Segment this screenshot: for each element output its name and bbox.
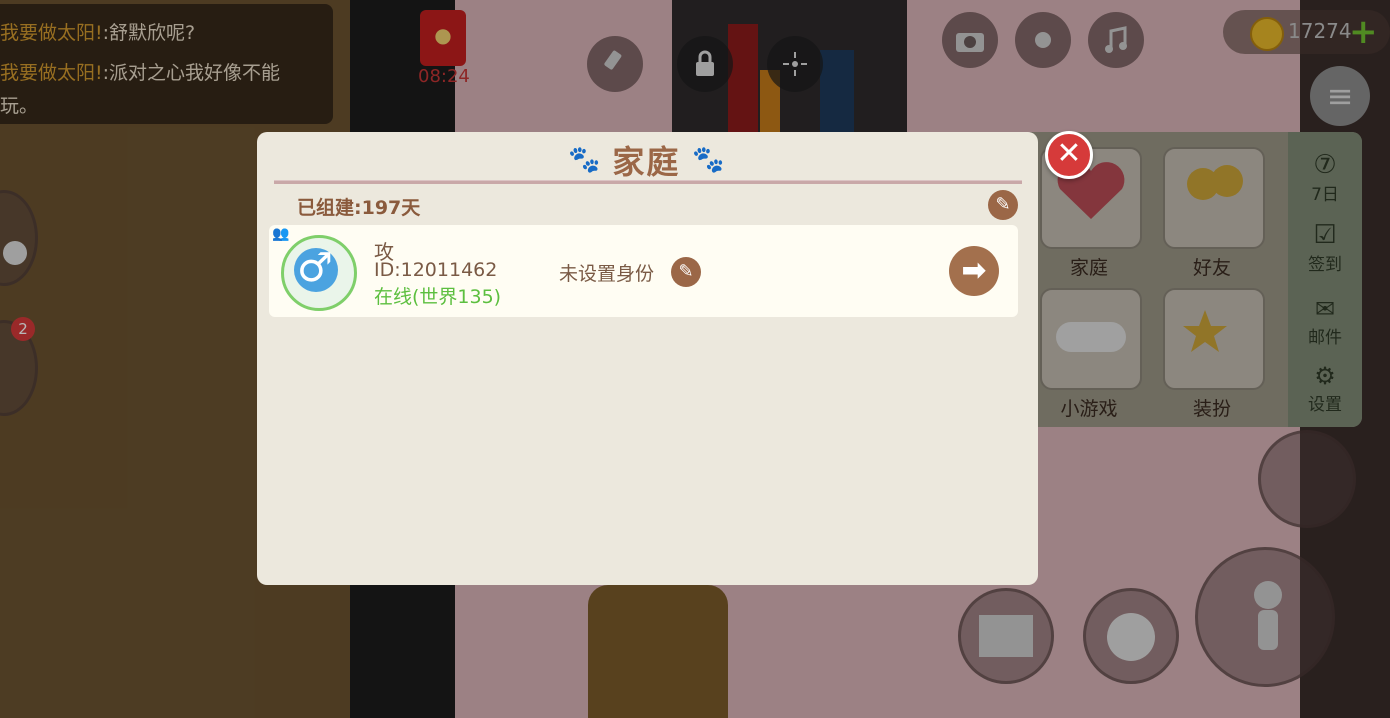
paw-icon: 🐾 <box>692 145 725 175</box>
member-role: 未设置身份 <box>559 263 655 285</box>
close-icon: ✕ <box>1056 136 1082 171</box>
close-button[interactable]: ✕ <box>1045 131 1093 179</box>
visit-member-button[interactable]: ➡ <box>949 246 999 296</box>
edit-icon: ✎ <box>995 194 1011 215</box>
dialog-title: 家庭 <box>612 143 681 181</box>
edit-role-button[interactable]: ✎ <box>671 257 701 287</box>
edit-icon: ✎ <box>678 261 694 282</box>
member-status: 在线(世界135) <box>374 286 502 308</box>
dialog-header: 🐾 家庭 🐾 <box>568 137 725 183</box>
group-icon: 👥 <box>272 226 290 242</box>
edit-family-button[interactable]: ✎ <box>988 190 1018 220</box>
title-divider <box>274 180 1022 184</box>
paw-icon: 🐾 <box>568 145 601 175</box>
arrow-right-icon: ➡ <box>961 253 987 288</box>
male-symbol-icon: ♂ <box>297 245 333 291</box>
founded-days: 已组建:197天 <box>297 197 421 219</box>
member-id: ID:12011462 <box>374 259 498 281</box>
